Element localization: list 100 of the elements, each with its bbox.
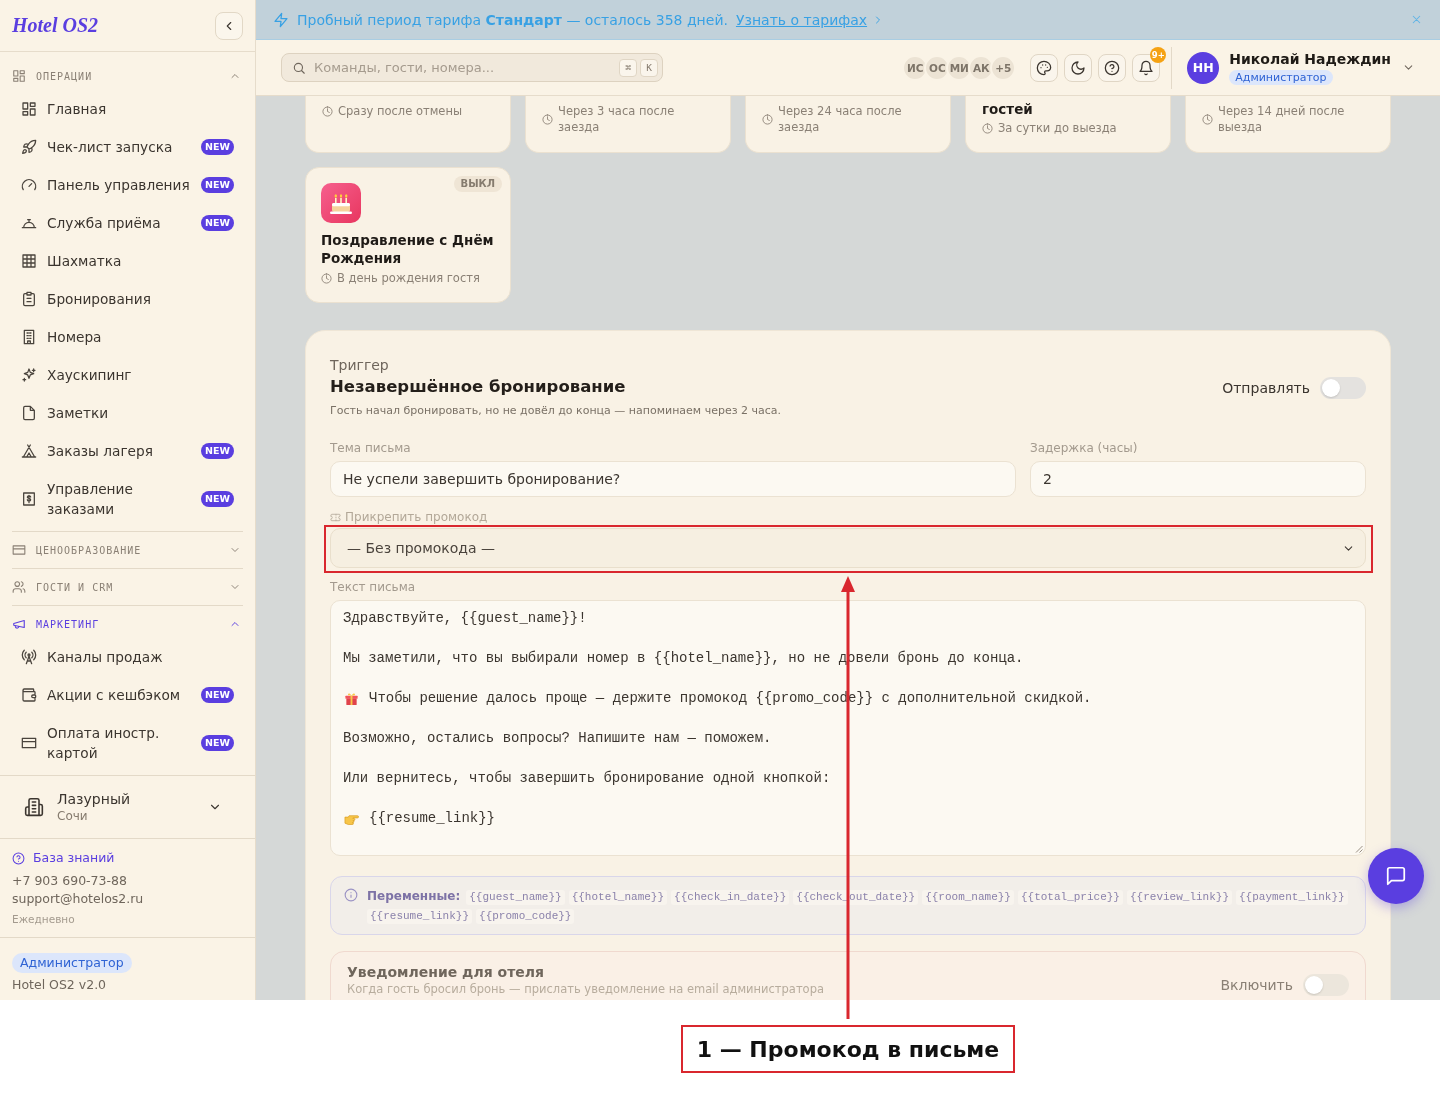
chat-icon [1385,865,1407,887]
new-badge: NEW [201,215,234,231]
megaphone-icon [12,617,26,631]
users-icon [12,580,26,594]
message-line: Возможно, остались вопросы? Напишите нам — поможем. [343,729,772,748]
new-badge: NEW [201,443,234,459]
rocket-icon [21,139,37,155]
clipboard-icon [21,291,37,307]
status-badge: ВЫКЛ [453,176,502,192]
promo-select[interactable]: — Без промокода — [330,528,1366,568]
variable-chip[interactable]: {{review_link}} [1127,890,1232,905]
variable-chip[interactable]: {{check_in_date}} [671,890,790,905]
template-card[interactable]: Через 3 часа после заезда [525,96,731,153]
info-icon [344,888,358,902]
nav-item[interactable]: Акции с кешбэком NEW [12,676,243,714]
template-card[interactable]: Через 14 дней после выезда [1185,96,1391,153]
message-line: {{resume_link}} [369,809,496,828]
nav-item[interactable]: Оплата иностр. картой NEW [12,714,243,772]
field-label: Текст письма [330,579,417,595]
nav-item[interactable]: Управление заказами NEW [12,470,243,528]
nav-item[interactable]: Хаускипинг [12,356,243,394]
palette-icon [1036,59,1053,76]
nav-item[interactable]: Заметки [12,394,243,432]
toggle-label: Включить [1220,977,1293,993]
template-card[interactable]: Сразу после отмены [305,96,511,153]
template-card[interactable]: гостей За сутки до выезда [965,96,1171,153]
support-email: support@hotelos2.ru [12,890,145,908]
trial-message: Пробный период тарифа Стандарт — осталось 358 дней. [297,11,728,28]
app-logo: Hotel OS2 [12,14,99,37]
delay-input[interactable]: 2 [1030,461,1366,497]
wallet-icon [21,687,37,703]
variable-chip[interactable]: {{total_price}} [1017,890,1123,905]
nav-item[interactable]: Бронирования [12,280,243,318]
ticket-icon [330,511,341,523]
clock-icon [542,113,553,125]
help-icon [12,851,25,865]
dashboard-icon [12,69,26,83]
role-badge: Администратор [12,953,132,973]
document-icon [21,405,37,421]
support-phone: +7 903 690-73-88 [12,872,128,890]
help-button[interactable] [1098,53,1127,82]
clock-icon [982,122,993,134]
template-card[interactable]: Через 24 часа после заезда [745,96,951,153]
knowledge-base-link[interactable]: База знаний [12,849,115,867]
trigger-description: Гость начал бронировать, но не довёл до конца — напоминаем через 2 часа. [330,403,782,419]
new-badge: NEW [201,687,234,703]
card-timing: Сразу после отмены [338,103,462,119]
nav-item[interactable]: Чек-лист запуска NEW [12,128,243,166]
field-label: Прикрепить промокод [345,509,488,525]
user-avatar[interactable]: НН [1187,51,1220,84]
card-timing: Через 14 дней после выезда [1218,103,1346,135]
card-timing: В день рождения гостя [337,270,480,286]
template-card[interactable]: ВЫКЛ Поздравление с Днём Рождения В день рождения гостя [305,167,511,303]
credit-card-icon [12,543,26,557]
hotel-building-icon [24,797,44,817]
resize-handle-icon[interactable] [1355,845,1363,853]
clock-icon [322,105,333,117]
more-members-count[interactable]: +5 [990,54,1017,81]
toggle-switch[interactable] [1320,377,1366,399]
lightning-icon [273,11,289,28]
toggle-switch[interactable] [1303,974,1349,996]
nav-item[interactable]: Шахматка [12,242,243,280]
notice-description: Когда гость бросил бронь — прислать уведомление на email администратора [347,982,824,996]
nav-item[interactable]: Панель управления NEW [12,166,243,204]
nav-item[interactable]: Номера [12,318,243,356]
dashboard-icon [21,101,37,117]
message-line: Здравствуйте, {{guest_name}}! [343,609,587,628]
nav-item[interactable]: Заказы лагеря NEW [12,432,243,470]
variable-chip[interactable]: {{promo_code}} [476,909,575,924]
variable-chip[interactable]: {{guest_name}} [466,890,565,905]
cake-icon [321,183,361,223]
clock-icon [321,272,332,284]
dark-mode-button[interactable] [1064,53,1093,82]
nav-section-header[interactable]: ГОСТИ И CRM [12,569,243,605]
new-badge: NEW [201,177,234,193]
table-grid-icon [21,253,37,269]
variables-label: Переменные: [367,889,461,903]
hotel-selector[interactable]: Лазурный Сочи [12,790,243,824]
variable-chip[interactable]: {{room_name}} [922,890,1014,905]
variable-chip[interactable]: {{resume_link}} [367,909,473,924]
card-timing: Через 3 часа после заезда [558,103,676,135]
card-title: Поздравление с Днём Рождения [321,231,495,267]
clock-icon [762,113,773,125]
help-icon [1104,59,1121,76]
nav-section-header[interactable]: ЦЕНООБРАЗОВАНИЕ [12,532,243,568]
theme-colors-button[interactable] [1030,53,1059,82]
message-field[interactable] [330,600,1366,856]
subject-input[interactable]: Не успели завершить бронирование? [330,461,1016,497]
card-timing: За сутки до выезда [998,120,1117,136]
card-timing: Через 24 часа после заезда [778,103,903,135]
moon-icon [1070,59,1087,76]
field-label: Задержка (часы) [1030,440,1139,456]
field-label: Тема письма [330,440,412,456]
nav-item[interactable]: Служба приёма NEW [12,204,243,242]
variable-chip[interactable]: {{payment_link}} [1236,890,1348,905]
tent-icon [21,443,37,459]
gauge-icon [21,177,37,193]
variable-chip[interactable]: {{hotel_name}} [568,890,668,905]
bell-icon [1138,59,1155,76]
antenna-icon [21,649,37,665]
